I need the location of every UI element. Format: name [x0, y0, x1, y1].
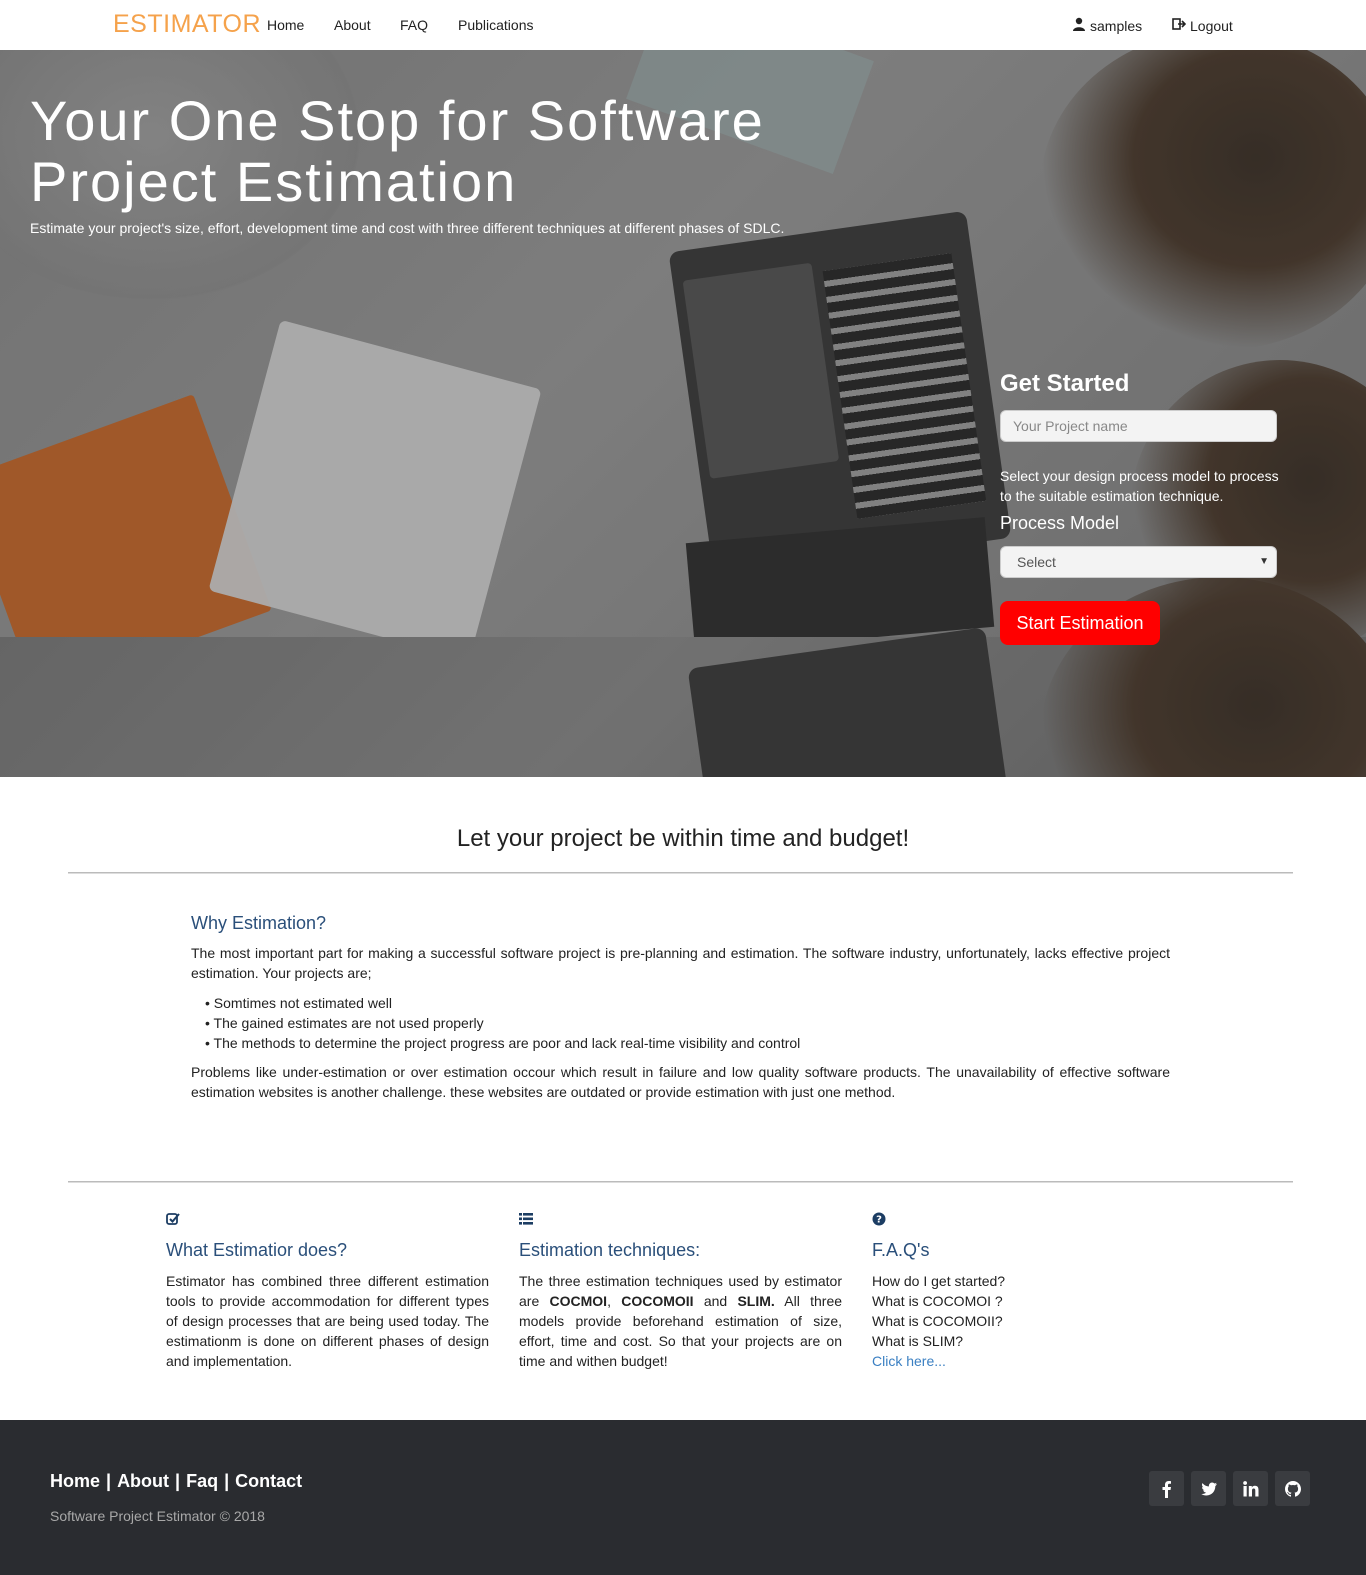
- column-text: Estimator has combined three different e…: [166, 1273, 489, 1369]
- why-bullets: • Somtimes not estimated well • The gain…: [205, 993, 800, 1053]
- why-estimation-title: Why Estimation?: [191, 913, 327, 933]
- nav-about[interactable]: About: [334, 17, 371, 33]
- column-title: F.A.Q's: [872, 1240, 930, 1260]
- process-model-label: Process Model: [1000, 513, 1120, 533]
- logout-label: Logout: [1190, 17, 1233, 34]
- faq-question: What is SLIM?: [872, 1333, 964, 1349]
- footer-link-about[interactable]: About: [117, 1471, 169, 1492]
- copyright: Software Project Estimator © 2018: [50, 1508, 265, 1524]
- why-intro: The most important part for making a suc…: [191, 945, 1170, 981]
- list-item: • The methods to determine the project p…: [205, 1035, 801, 1051]
- divider: [68, 1181, 1293, 1183]
- faq-click-here-link[interactable]: Click here...: [872, 1353, 946, 1369]
- hero-section: Your One Stop for Software Project Estim…: [0, 50, 1366, 777]
- list-item: • The gained estimates are not used prop…: [205, 1015, 484, 1031]
- github-icon[interactable]: [1275, 1471, 1310, 1506]
- feature-column-what: What Estimatior does? Estimator has comb…: [166, 1212, 489, 1371]
- process-model-select[interactable]: Select ▼: [1000, 546, 1277, 578]
- nav-home[interactable]: Home: [267, 17, 304, 33]
- faq-list: How do I get started? What is COCOMOI ? …: [872, 1271, 1195, 1371]
- list-icon: [519, 1212, 842, 1232]
- hero-subtitle: Estimate your project's size, effort, de…: [30, 220, 785, 236]
- check-square-icon: [166, 1212, 489, 1232]
- chevron-down-icon: ▼: [1259, 556, 1269, 567]
- logout-link[interactable]: Logout: [1172, 17, 1233, 34]
- get-started-title: Get Started: [1000, 370, 1130, 397]
- column-title: What Estimatior does?: [166, 1240, 348, 1260]
- footer-link-contact[interactable]: Contact: [235, 1471, 302, 1492]
- question-circle-icon: ?: [872, 1212, 1195, 1232]
- list-item: • Somtimes not estimated well: [205, 995, 392, 1011]
- username: samples: [1090, 17, 1143, 34]
- why-outro: Problems like under-estimation or over e…: [191, 1064, 1170, 1100]
- feature-column-techniques: Estimation techniques: The three estimat…: [519, 1212, 842, 1371]
- nav-faq[interactable]: FAQ: [400, 17, 428, 33]
- tagline: Let your project be within time and budg…: [456, 825, 910, 852]
- linkedin-icon[interactable]: [1233, 1471, 1268, 1506]
- footer-nav: Home | About | Faq | Contact: [50, 1471, 303, 1492]
- start-estimation-button[interactable]: Start Estimation: [1000, 601, 1160, 645]
- footer-link-faq[interactable]: Faq: [186, 1471, 218, 1492]
- select-value: Select: [1017, 554, 1056, 570]
- twitter-icon[interactable]: [1191, 1471, 1226, 1506]
- get-started-description: Select your design process model to proc…: [1000, 468, 1279, 504]
- footer-link-home[interactable]: Home: [50, 1471, 100, 1492]
- hero-title: Your One Stop for Software Project Estim…: [30, 89, 765, 213]
- nav-publications[interactable]: Publications: [458, 17, 534, 33]
- feature-column-faq: ? F.A.Q's How do I get started? What is …: [872, 1212, 1195, 1371]
- faq-question: How do I get started?: [872, 1273, 1006, 1289]
- faq-question: What is COCOMOI ?: [872, 1293, 1003, 1309]
- footer: Home | About | Faq | Contact Software Pr…: [0, 1420, 1366, 1575]
- project-name-input[interactable]: [1000, 410, 1277, 442]
- divider: [68, 872, 1293, 874]
- faq-question: What is COCOMOII?: [872, 1313, 1003, 1329]
- column-text: The three estimation techniques used by …: [519, 1273, 843, 1369]
- logout-icon: [1172, 17, 1187, 34]
- user-icon: [1072, 17, 1086, 34]
- user-menu[interactable]: samples: [1072, 17, 1142, 34]
- logo[interactable]: ESTIMATOR: [113, 10, 261, 39]
- navbar: ESTIMATOR Home About FAQ Publications sa…: [0, 0, 1366, 50]
- facebook-icon[interactable]: [1149, 1471, 1184, 1506]
- column-title: Estimation techniques:: [519, 1240, 701, 1260]
- svg-text:?: ?: [876, 1215, 882, 1226]
